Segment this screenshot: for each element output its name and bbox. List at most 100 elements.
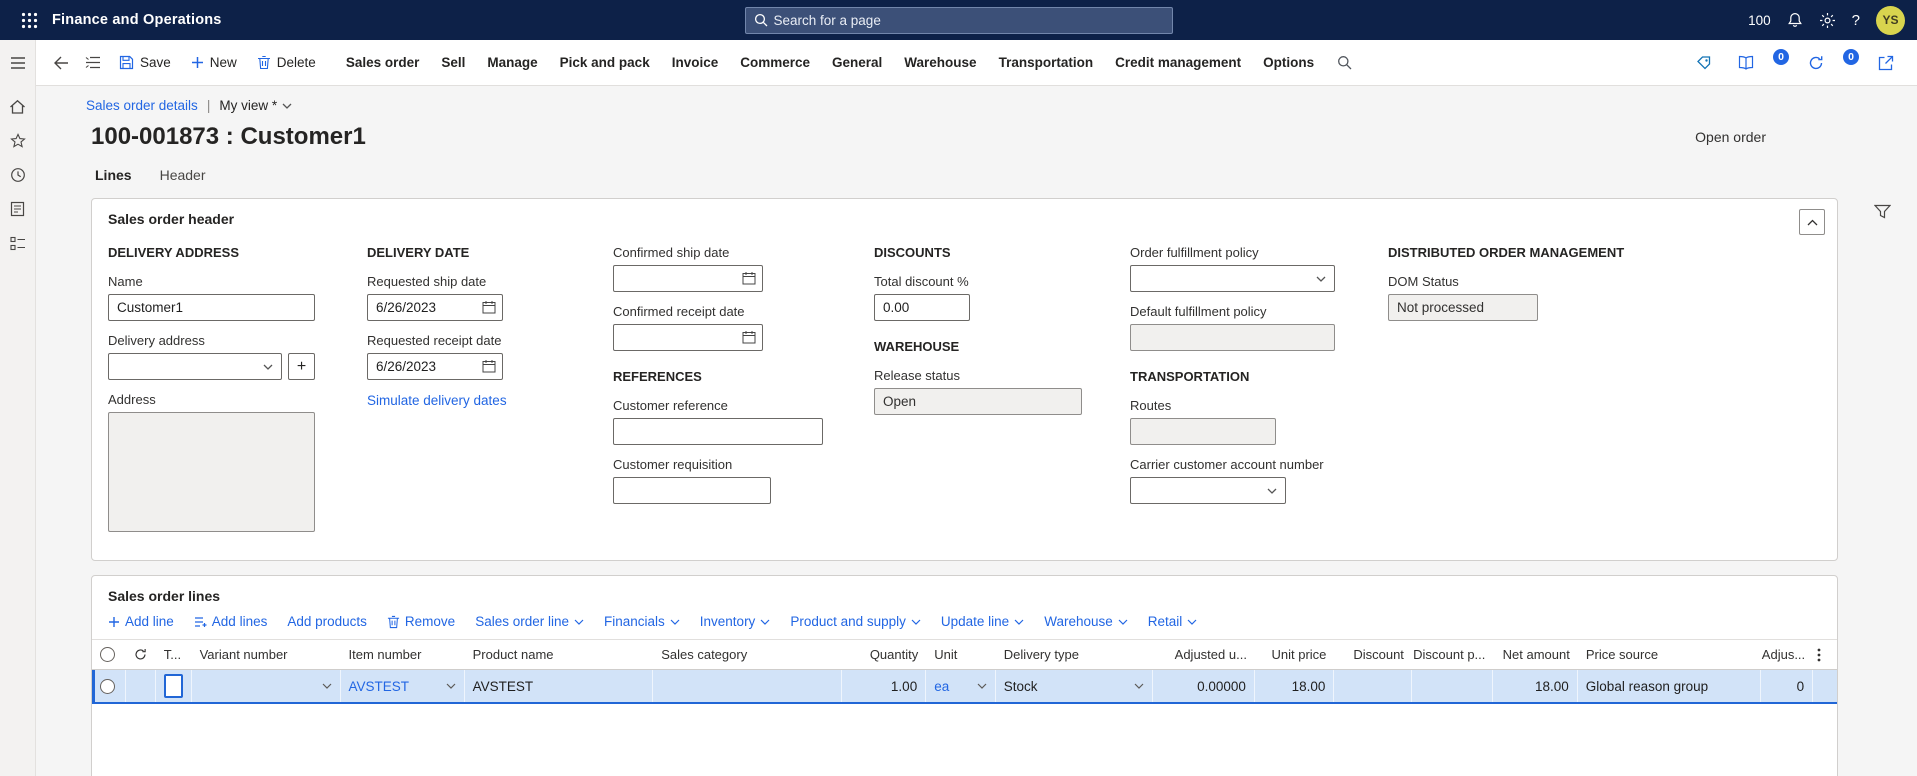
add-address-button[interactable]: + <box>288 353 315 380</box>
add-lines-button[interactable]: Add lines <box>194 614 267 629</box>
app-launcher-waffle-icon[interactable] <box>12 3 46 37</box>
col-header-product-name[interactable]: Product name <box>465 640 654 669</box>
carrier-customer-account-dropdown[interactable] <box>1130 477 1286 504</box>
book-icon[interactable] <box>1731 48 1761 78</box>
forms-icon[interactable] <box>0 192 36 226</box>
favorites-star-icon[interactable] <box>0 124 36 158</box>
requested-receipt-date-field[interactable] <box>367 353 503 380</box>
sales-order-line-row[interactable]: AVSTEST AVSTEST 1.00 ea Stock 0.00000 18… <box>92 670 1837 704</box>
name-label: Name <box>108 274 143 289</box>
collapse-section-button[interactable] <box>1799 209 1825 235</box>
col-header-discount-percent[interactable]: Discount p... <box>1412 640 1493 669</box>
discount-percent-cell[interactable] <box>1412 670 1494 702</box>
col-header-type[interactable]: T... <box>156 640 192 669</box>
tab-sell[interactable]: Sell <box>430 47 476 79</box>
delete-button[interactable]: Delete <box>248 47 325 79</box>
col-header-sales-category[interactable]: Sales category <box>653 640 842 669</box>
new-button[interactable]: New <box>182 47 246 79</box>
tab-sales-order[interactable]: Sales order <box>335 47 431 79</box>
recent-clock-icon[interactable] <box>0 158 36 192</box>
report-ribbon-icon[interactable] <box>1689 48 1719 78</box>
menu-sales-order-line[interactable]: Sales order line <box>475 614 584 629</box>
tab-lines[interactable]: Lines <box>95 167 132 186</box>
tab-commerce[interactable]: Commerce <box>729 47 821 79</box>
filter-funnel-icon[interactable] <box>1874 204 1891 219</box>
refresh-icon[interactable] <box>1801 48 1831 78</box>
row-select-radio[interactable] <box>100 678 115 694</box>
tab-warehouse[interactable]: Warehouse <box>893 47 987 79</box>
tab-pick-and-pack[interactable]: Pick and pack <box>549 47 661 79</box>
tab-manage[interactable]: Manage <box>476 47 548 79</box>
col-header-unit[interactable]: Unit <box>926 640 996 669</box>
discount-cell[interactable] <box>1334 670 1412 702</box>
col-header-variant-number[interactable]: Variant number <box>192 640 341 669</box>
confirmed-ship-date-field[interactable] <box>613 265 763 292</box>
col-header-quantity[interactable]: Quantity <box>842 640 926 669</box>
topbar-right-cluster: 100 ? YS <box>1748 5 1905 35</box>
action-search-icon[interactable] <box>1329 48 1359 78</box>
type-cell[interactable] <box>156 670 192 702</box>
customer-requisition-field[interactable] <box>613 477 771 504</box>
simulate-delivery-dates-link[interactable]: Simulate delivery dates <box>367 393 507 408</box>
tab-general[interactable]: General <box>821 47 893 79</box>
back-arrow-icon[interactable] <box>46 48 76 78</box>
menu-toggle-icon[interactable] <box>0 46 36 80</box>
net-amount-cell[interactable]: 18.00 <box>1493 670 1578 702</box>
col-header-unit-price[interactable]: Unit price <box>1255 640 1334 669</box>
help-icon[interactable]: ? <box>1852 12 1860 29</box>
price-source-cell[interactable]: Global reason group <box>1578 670 1762 702</box>
open-in-new-window-icon[interactable] <box>1871 48 1901 78</box>
col-header-price-source[interactable]: Price source <box>1578 640 1762 669</box>
select-all-radio[interactable] <box>92 640 126 669</box>
order-fulfillment-policy-dropdown[interactable] <box>1130 265 1335 292</box>
col-header-discount[interactable]: Discount <box>1334 640 1412 669</box>
view-selector[interactable]: My view * <box>219 98 292 113</box>
variant-number-cell[interactable] <box>192 670 341 702</box>
delivery-type-cell[interactable]: Stock <box>996 670 1153 702</box>
menu-financials[interactable]: Financials <box>604 614 680 629</box>
home-icon[interactable] <box>0 90 36 124</box>
tab-invoice[interactable]: Invoice <box>661 47 730 79</box>
col-header-adjusted2[interactable]: Adjus... <box>1761 640 1813 669</box>
menu-update-line[interactable]: Update line <box>941 614 1024 629</box>
add-products-button[interactable]: Add products <box>287 614 367 629</box>
remove-line-button[interactable]: Remove <box>387 614 455 629</box>
user-avatar[interactable]: YS <box>1876 5 1905 35</box>
workspace-list-icon[interactable] <box>0 226 36 260</box>
menu-retail[interactable]: Retail <box>1148 614 1198 629</box>
menu-warehouse[interactable]: Warehouse <box>1044 614 1128 629</box>
col-header-adjusted-unit[interactable]: Adjusted u... <box>1153 640 1255 669</box>
sales-category-cell[interactable] <box>653 670 842 702</box>
quantity-cell[interactable]: 1.00 <box>842 670 927 702</box>
tab-transportation[interactable]: Transportation <box>988 47 1105 79</box>
customer-reference-field[interactable] <box>613 418 823 445</box>
settings-gear-icon[interactable] <box>1819 12 1836 29</box>
menu-inventory[interactable]: Inventory <box>700 614 771 629</box>
adjusted2-cell[interactable]: 0 <box>1761 670 1814 702</box>
col-header-item-number[interactable]: Item number <box>341 640 465 669</box>
unit-price-cell[interactable]: 18.00 <box>1255 670 1335 702</box>
save-button[interactable]: Save <box>110 47 180 79</box>
adjusted-unit-cell[interactable]: 0.00000 <box>1153 670 1255 702</box>
total-discount-field[interactable] <box>874 294 970 321</box>
tab-header[interactable]: Header <box>160 167 206 186</box>
search-input[interactable] <box>773 12 1164 28</box>
name-field[interactable] <box>108 294 315 321</box>
tab-credit-management[interactable]: Credit management <box>1104 47 1252 79</box>
breadcrumb-page-link[interactable]: Sales order details <box>86 98 198 113</box>
add-line-button[interactable]: Add line <box>108 614 174 629</box>
column-options-kebab-icon[interactable] <box>1813 640 1837 669</box>
item-number-cell[interactable]: AVSTEST <box>341 670 465 702</box>
col-header-delivery-type[interactable]: Delivery type <box>996 640 1153 669</box>
col-header-net-amount[interactable]: Net amount <box>1493 640 1577 669</box>
menu-product-and-supply[interactable]: Product and supply <box>790 614 921 629</box>
requested-ship-date-field[interactable] <box>367 294 503 321</box>
nav-list-icon[interactable] <box>78 48 108 78</box>
confirmed-receipt-date-field[interactable] <box>613 324 763 351</box>
unit-cell[interactable]: ea <box>926 670 996 702</box>
page-search-box[interactable] <box>744 6 1173 34</box>
notifications-bell-icon[interactable] <box>1787 12 1803 28</box>
delivery-address-dropdown[interactable] <box>108 353 282 380</box>
tab-options[interactable]: Options <box>1252 47 1325 79</box>
product-name-cell[interactable]: AVSTEST <box>465 670 654 702</box>
